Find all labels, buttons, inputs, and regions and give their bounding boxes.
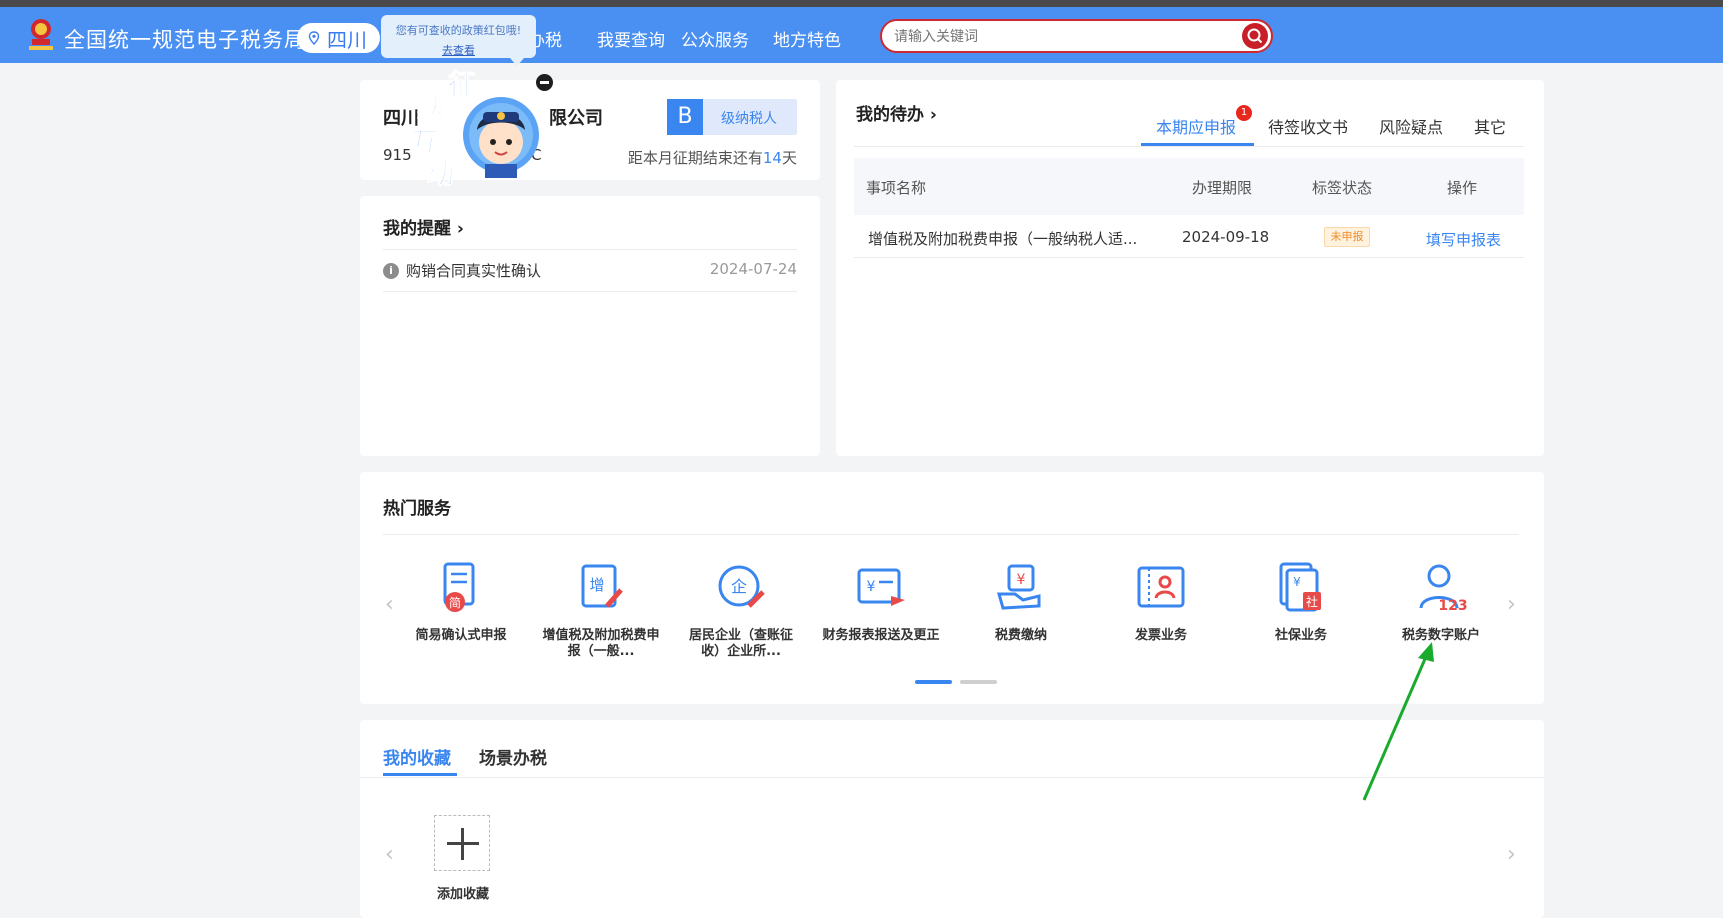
- tab-badge: 1: [1236, 105, 1252, 121]
- taxpayer-level-letter: B: [667, 99, 703, 135]
- status-badge: 未申报: [1324, 227, 1370, 247]
- info-icon: i: [383, 262, 399, 279]
- service-social-security[interactable]: ¥ 社 社保业务: [1241, 560, 1361, 644]
- mascot-widget[interactable]: 征 纳 互 动: [403, 64, 543, 194]
- taxpayer-level-text: 级纳税人: [721, 111, 777, 127]
- service-digital-account[interactable]: 123 税务数字账户: [1381, 560, 1501, 644]
- top-strip: [0, 0, 1723, 7]
- divider: [854, 146, 1524, 147]
- service-label: 居民企业（查账征收）企业所...: [688, 628, 793, 659]
- chevron-right-icon: ›: [929, 105, 937, 125]
- fill-declaration-link[interactable]: 填写申报表: [1426, 229, 1501, 250]
- svg-text:增: 增: [589, 576, 604, 594]
- add-favorite-label: 添加收藏: [436, 887, 489, 902]
- tab-risk-doubts[interactable]: 风险疑点: [1379, 114, 1443, 138]
- todo-item-name[interactable]: 增值税及附加税费申报（一般纳税人适...: [868, 228, 1137, 249]
- simple-declare-icon: 简: [443, 562, 475, 612]
- add-favorite-button[interactable]: [434, 815, 490, 871]
- active-tab-underline: [383, 773, 457, 776]
- svg-text:123: 123: [1438, 598, 1467, 614]
- region-selector[interactable]: 四川: [297, 23, 380, 53]
- policy-tooltip: 您有可查收的政策红包哦! 去查看: [381, 15, 536, 58]
- service-label: 税费缴纳: [994, 628, 1047, 643]
- reminder-item[interactable]: i 购销合同真实性确认: [383, 260, 541, 281]
- column-header-status: 标签状态: [1312, 179, 1373, 197]
- service-financial-report[interactable]: ¥ 财务报表报送及更正: [821, 560, 941, 644]
- annotation-arrow-icon: [1362, 642, 1434, 801]
- service-tax-payment[interactable]: ¥ 税费缴纳: [961, 560, 1081, 644]
- search-icon: [1247, 28, 1263, 44]
- tab-my-favorites[interactable]: 我的收藏: [383, 744, 451, 769]
- column-header-name: 事项名称: [866, 179, 927, 197]
- taxpayer-level-badge: B 级纳税人: [667, 99, 797, 135]
- vat-declare-icon: 增: [581, 564, 623, 608]
- todo-item-deadline: 2024-09-18: [1182, 228, 1270, 246]
- service-label: 增值税及附加税费申报（一般...: [542, 628, 660, 659]
- svg-text:社: 社: [1306, 594, 1318, 609]
- service-label: 简易确认式申报: [415, 628, 507, 643]
- enterprise-tax-icon: 企: [718, 565, 765, 608]
- region-label: 四川: [327, 27, 367, 52]
- carousel-indicator[interactable]: [960, 680, 997, 684]
- tab-scene-tax[interactable]: 场景办税: [479, 744, 547, 769]
- reminder-date: 2024-07-24: [709, 260, 797, 278]
- column-header-deadline: 办理期限: [1192, 179, 1253, 197]
- favorites-prev-button[interactable]: ‹: [385, 842, 394, 867]
- svg-text:¥: ¥: [1293, 575, 1301, 589]
- nav-item-local[interactable]: 地方特色: [773, 26, 841, 51]
- service-vat-declare[interactable]: 增 增值税及附加税费申报（一般...: [541, 560, 661, 660]
- tax-emblem-icon: [29, 19, 53, 50]
- financial-report-icon: ¥: [857, 568, 905, 606]
- search-input[interactable]: [894, 26, 1214, 48]
- policy-tooltip-link[interactable]: 去查看: [381, 42, 536, 58]
- hot-services-title: 热门服务: [383, 499, 451, 519]
- period-remaining: 距本月征期结束还有14天: [627, 149, 797, 167]
- header-bar: 全国统一规范电子税务局 四川 办税 我要查询 公众服务 地方特色: [0, 7, 1723, 63]
- table-header: 事项名称 办理期限 标签状态 操作: [854, 158, 1524, 215]
- reminder-title[interactable]: 我的提醒 ›: [383, 214, 464, 239]
- chevron-right-icon: ›: [456, 219, 464, 239]
- todo-title[interactable]: 我的待办 ›: [856, 100, 937, 125]
- svg-text:企: 企: [731, 577, 747, 596]
- svg-text:¥: ¥: [1017, 572, 1026, 588]
- divider: [854, 257, 1524, 258]
- nav-item-query[interactable]: 我要查询: [597, 26, 665, 51]
- invoice-icon: [1137, 566, 1185, 608]
- todo-card: 我的待办 › 本期应申报 1 待签收文书 风险疑点 其它 事项名称 办理期限 标…: [836, 80, 1544, 456]
- divider: [383, 249, 797, 250]
- social-security-icon: ¥ 社: [1279, 562, 1321, 612]
- policy-tooltip-text: 您有可查收的政策红包哦!: [395, 24, 522, 37]
- tab-pending-documents[interactable]: 待签收文书: [1268, 114, 1348, 138]
- service-enterprise-tax[interactable]: 企 居民企业（查账征收）企业所...: [681, 560, 801, 660]
- digital-account-icon: 123: [1419, 564, 1468, 614]
- divider: [383, 291, 797, 292]
- tab-current-declare[interactable]: 本期应申报: [1156, 114, 1236, 138]
- reminder-card: 我的提醒 › i 购销合同真实性确认 2024-07-24: [360, 196, 820, 456]
- service-invoice[interactable]: 发票业务: [1101, 560, 1221, 644]
- divider: [383, 534, 1519, 535]
- tax-payment-icon: ¥: [997, 564, 1041, 610]
- mascot-char: 动: [425, 157, 455, 191]
- svg-text:¥: ¥: [867, 579, 876, 595]
- location-pin-icon: [308, 31, 320, 45]
- nav-item-public-service[interactable]: 公众服务: [681, 26, 749, 51]
- active-tab-underline: [1141, 143, 1254, 146]
- service-simple-declare[interactable]: 简 简易确认式申报: [401, 560, 521, 644]
- carousel-indicator-active[interactable]: [915, 680, 952, 684]
- search-box: [880, 19, 1273, 53]
- app-title[interactable]: 全国统一规范电子税务局: [64, 24, 306, 54]
- service-label: 发票业务: [1134, 628, 1187, 643]
- column-header-action: 操作: [1447, 179, 1478, 197]
- service-label: 社保业务: [1274, 628, 1327, 643]
- svg-text:简: 简: [449, 596, 461, 610]
- mascot-collapse-button[interactable]: [536, 74, 553, 91]
- tab-other[interactable]: 其它: [1474, 114, 1506, 138]
- favorites-next-button[interactable]: ›: [1507, 842, 1516, 867]
- service-label: 财务报表报送及更正: [822, 628, 940, 643]
- carousel-prev-button[interactable]: ‹: [385, 592, 394, 617]
- carousel-next-button[interactable]: ›: [1507, 592, 1516, 617]
- search-button[interactable]: [1242, 23, 1268, 49]
- mascot-char: 征: [447, 68, 477, 102]
